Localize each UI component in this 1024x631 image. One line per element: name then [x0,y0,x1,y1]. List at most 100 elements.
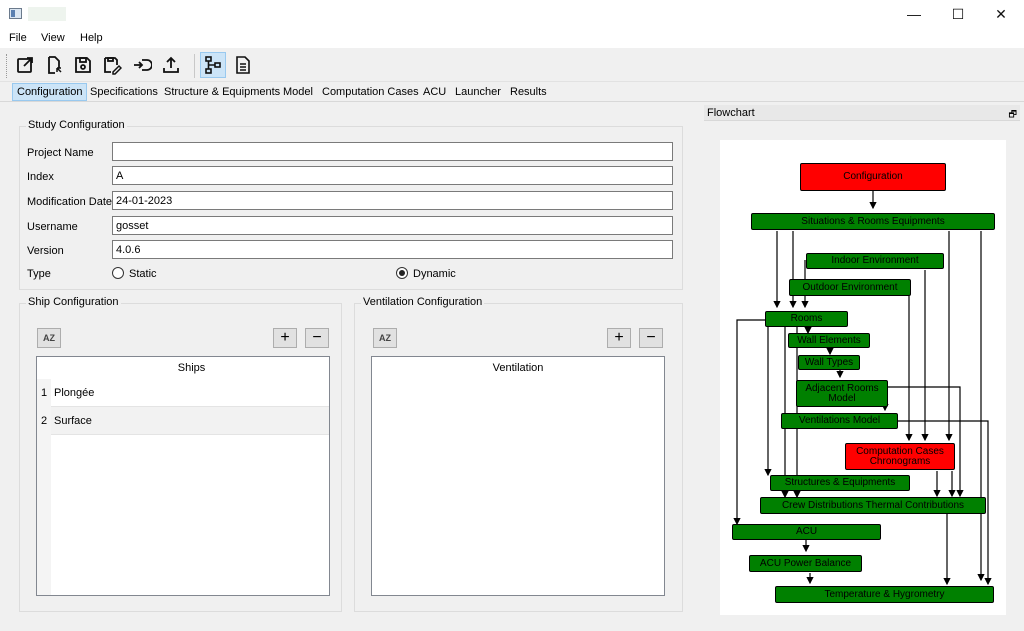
node-acu-power-balance[interactable]: ACU Power Balance [749,555,862,572]
ship-remove-button[interactable]: − [305,328,329,348]
tab-model[interactable]: Model [279,83,317,101]
ventilation-header[interactable]: Ventilation [372,357,664,379]
open-file-button[interactable] [41,52,67,78]
row-number: 1 [37,379,51,407]
ships-header[interactable]: Ships [54,357,329,379]
close-button[interactable]: ✕ [978,0,1024,28]
study-configuration-title: Study Configuration [26,119,127,131]
minimize-button[interactable]: — [891,0,937,28]
sort-az-icon: AZ [43,333,55,343]
tab-launcher[interactable]: Launcher [451,83,505,101]
new-window-button[interactable] [12,52,38,78]
save-icon [75,57,91,73]
node-rooms[interactable]: Rooms [765,311,848,327]
version-label: Version [27,245,64,257]
toolbar-grip[interactable] [6,54,8,78]
toolbar-separator [194,54,195,78]
import-icon [134,59,152,71]
node-computation-cases-chronograms[interactable]: Computation Cases Chronograms [845,443,955,470]
flowchart-arrows [733,191,992,586]
ventilation-table[interactable]: Ventilation [371,356,665,596]
ship-name-cell[interactable]: Surface [54,407,92,435]
tab-specifications[interactable]: Specifications [86,83,162,101]
ships-table[interactable]: Ships 1 Plongée 2 Surface [36,356,330,596]
node-temperature-hygrometry[interactable]: Temperature & Hygrometry [775,586,994,603]
menu-help[interactable]: Help [80,32,103,44]
new-window-icon [17,57,33,73]
node-computation-cases-label: Computation Cases [856,445,944,457]
index-input[interactable] [112,166,673,185]
flowchart-icon [205,56,221,74]
maximize-button[interactable]: ☐ [935,0,981,28]
tab-results[interactable]: Results [506,83,551,101]
table-row[interactable]: 1 Plongée [37,379,329,407]
node-ventilations-model[interactable]: Ventilations Model [781,413,898,429]
modification-date-input[interactable] [112,191,673,210]
window-title [28,7,66,21]
static-radio[interactable] [112,267,124,279]
export-icon [163,56,179,73]
ventilation-add-button[interactable]: + [607,328,631,348]
tab-structure-equipments[interactable]: Structure & Equipments [160,83,284,101]
menu-view[interactable]: View [41,32,65,44]
flowchart-button[interactable] [200,52,226,78]
open-file-icon [48,56,62,74]
project-name-label: Project Name [27,147,94,159]
flowchart-dock-title: Flowchart 🗗 [704,105,1020,121]
static-radio-label: Static [129,268,157,280]
float-window-icon[interactable]: 🗗 [1009,107,1017,123]
menu-bar: File View Help [0,28,1024,48]
node-chronograms-label: Chronograms [869,455,931,467]
plus-icon: + [280,329,290,346]
node-indoor-environment[interactable]: Indoor Environment [806,253,944,269]
node-wall-types[interactable]: Wall Types [798,355,860,370]
app-icon [9,8,22,19]
username-input[interactable] [112,216,673,235]
ship-sort-button[interactable]: AZ [37,328,61,348]
save-as-button[interactable] [99,52,125,78]
toolbar [0,48,1024,82]
ship-configuration-title: Ship Configuration [26,296,121,308]
sort-az-icon: AZ [379,333,391,343]
save-button[interactable] [70,52,96,78]
minus-icon: − [646,329,656,346]
tab-computation-cases[interactable]: Computation Cases [318,83,423,101]
export-button[interactable] [158,52,184,78]
node-adjacent-model-label: Model [828,392,856,404]
node-wall-elements[interactable]: Wall Elements [788,333,870,348]
version-input[interactable] [112,240,673,259]
row-number: 2 [37,407,51,435]
table-row[interactable]: 2 Surface [37,407,329,435]
node-adjacent-rooms-model[interactable]: Adjacent Rooms Model [796,380,888,407]
report-button[interactable] [230,52,256,78]
node-configuration[interactable]: Configuration [800,163,946,191]
ship-add-button[interactable]: + [273,328,297,348]
report-icon [236,56,250,74]
node-acu[interactable]: ACU [732,524,881,540]
dynamic-radio[interactable] [396,267,408,279]
modification-date-label: Modification Date [27,196,112,208]
flowchart-title: Flowchart [707,107,755,119]
menu-file[interactable]: File [9,32,27,44]
title-bar: — ☐ ✕ [0,0,1024,28]
minus-icon: − [312,329,322,346]
node-adjacent-rooms-label: Adjacent Rooms [805,382,879,394]
tab-bar: Configuration Specifications Structure &… [0,82,1024,102]
node-outdoor-environment[interactable]: Outdoor Environment [789,279,911,296]
project-name-input[interactable] [112,142,673,161]
import-button[interactable] [129,52,155,78]
node-crew-distributions[interactable]: Crew Distributions Thermal Contributions [760,497,986,514]
node-structures-equipments[interactable]: Structures & Equipments [770,475,910,491]
tab-acu[interactable]: ACU [419,83,450,101]
type-label: Type [27,268,51,280]
ventilation-remove-button[interactable]: − [639,328,663,348]
ventilation-sort-button[interactable]: AZ [373,328,397,348]
tab-configuration[interactable]: Configuration [12,83,88,101]
plus-icon: + [614,329,624,346]
index-label: Index [27,171,54,183]
node-situations-rooms-equipments[interactable]: Situations & Rooms Equipments [751,213,995,230]
dynamic-radio-label: Dynamic [413,268,456,280]
ship-name-cell[interactable]: Plongée [54,379,94,407]
username-label: Username [27,221,78,233]
save-as-icon [104,57,122,75]
